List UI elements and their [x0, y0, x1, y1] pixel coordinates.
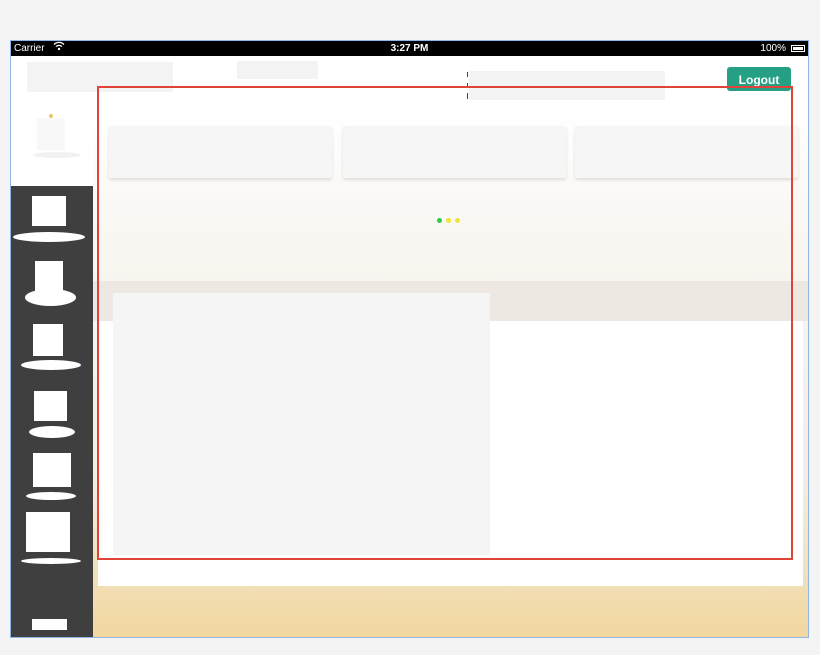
sidebar-item-4[interactable]: [11, 316, 93, 376]
divider: [467, 93, 468, 99]
nav-icon-base: [25, 289, 76, 306]
battery-percent: 100%: [760, 43, 786, 54]
app-logo-placeholder: [27, 62, 173, 92]
content-panel: [113, 293, 490, 555]
header-title-placeholder: [237, 61, 318, 79]
nav-icon-base: [21, 558, 81, 564]
ipad-app-window: Carrier 3:27 PM 100% Logout: [10, 40, 809, 638]
status-bar: Carrier 3:27 PM 100%: [11, 41, 808, 56]
divider: [467, 72, 468, 77]
logout-button[interactable]: Logout: [727, 67, 791, 91]
nav-icon-base: [21, 360, 81, 370]
battery-icon: [791, 45, 805, 52]
nav-icon-4: [33, 324, 63, 356]
sidebar-item-8[interactable]: [11, 611, 93, 635]
nav-icon-6: [33, 453, 71, 487]
nav-icon-3: [35, 261, 63, 291]
sidebar-item-7[interactable]: [11, 508, 93, 570]
nav-icon-base: [29, 426, 75, 438]
nav-icon-base: [33, 152, 81, 158]
sidebar-item-2[interactable]: [11, 186, 93, 246]
sidebar-item-5[interactable]: [11, 381, 93, 441]
loading-dot: [437, 218, 442, 223]
sidebar-item-6[interactable]: [11, 446, 93, 506]
sidebar-item-3[interactable]: [11, 251, 93, 311]
nav-icon-5: [34, 391, 67, 421]
status-time: 3:27 PM: [390, 43, 429, 54]
summary-card-2[interactable]: [343, 126, 566, 178]
nav-icon-base: [13, 232, 85, 242]
loading-dot: [455, 218, 460, 223]
divider: [467, 83, 468, 88]
summary-card-1[interactable]: [109, 126, 332, 178]
loading-dot: [446, 218, 451, 223]
nav-icon-accent: [49, 114, 53, 118]
sidebar: [11, 186, 93, 637]
nav-icon-1: [37, 118, 65, 150]
nav-icon-8: [32, 619, 67, 630]
summary-card-3[interactable]: [575, 126, 798, 178]
nav-icon-2: [32, 196, 66, 226]
loading-indicator: [437, 210, 464, 228]
nav-icon-7: [26, 512, 70, 552]
top-header: Logout: [11, 56, 808, 106]
nav-icon-base: [26, 492, 76, 500]
sidebar-item-1[interactable]: [11, 106, 93, 186]
user-info-placeholder: [469, 71, 665, 100]
main-content: [93, 106, 808, 637]
